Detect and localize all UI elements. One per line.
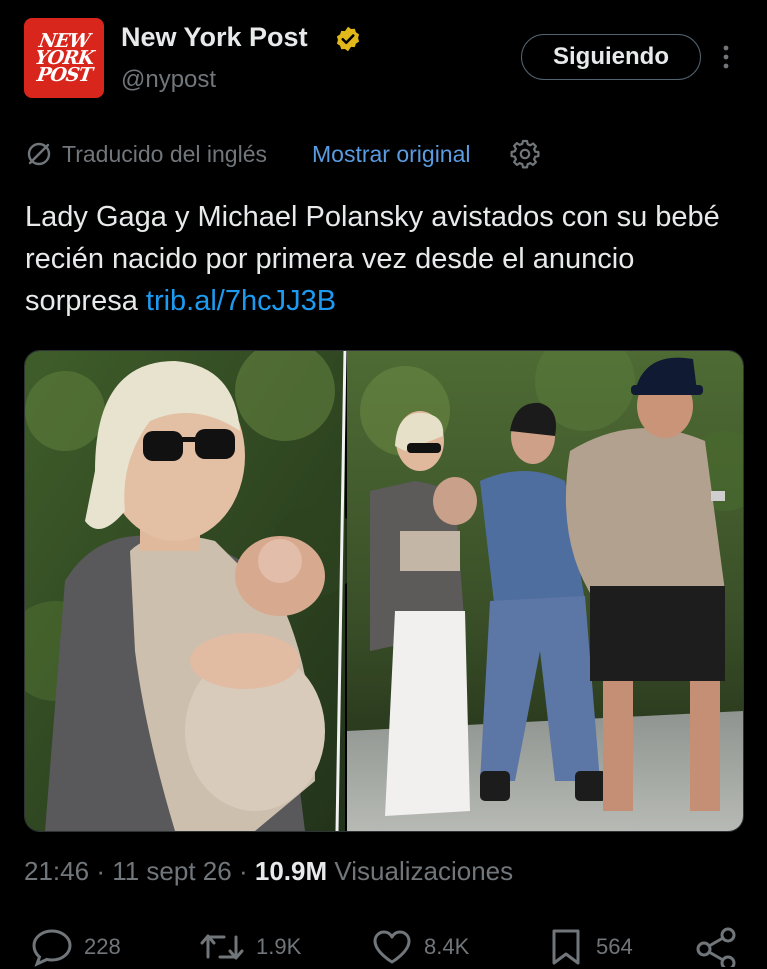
like-icon [373, 930, 411, 964]
share-button[interactable] [694, 925, 750, 969]
bookmark-button[interactable]: 564 [546, 925, 633, 969]
reply-icon [32, 929, 72, 967]
views-label: Visualizaciones [334, 856, 514, 886]
bookmark-icon [552, 929, 580, 965]
reply-count: 228 [84, 934, 121, 959]
meta-separator: · [96, 856, 105, 886]
meta-separator: · [238, 856, 248, 886]
views-count: 10.9M [254, 856, 328, 886]
translate-icon [27, 142, 51, 166]
repost-icon [200, 934, 244, 960]
translation-label: Traducido del inglés [62, 141, 267, 167]
like-count: 8.4K [424, 934, 470, 959]
avatar-logo-line: POST [35, 63, 93, 86]
verified-badge-icon [336, 26, 360, 52]
bookmark-count: 564 [596, 934, 633, 959]
account-handle[interactable]: @nypost [121, 66, 216, 94]
tweet-link[interactable]: trib.al/7hcJJ3B [146, 285, 336, 317]
show-original-link[interactable]: Mostrar original [312, 141, 471, 168]
more-vertical-icon[interactable] [716, 42, 736, 72]
tweet-time[interactable]: 21:46 [24, 856, 89, 886]
following-button[interactable]: Siguiendo [521, 34, 701, 80]
tweet-body: Lady Gaga y Michael Polansky avistados c… [25, 201, 720, 317]
gear-icon[interactable] [510, 139, 540, 169]
share-icon [696, 927, 736, 967]
like-button[interactable]: 8.4K [370, 925, 469, 969]
account-name[interactable]: New York Post [121, 22, 308, 53]
account-avatar[interactable]: NEW YORK POST [24, 18, 104, 98]
reply-button[interactable]: 228 [30, 925, 121, 969]
repost-count: 1.9K [256, 934, 302, 959]
repost-button[interactable]: 1.9K [198, 925, 301, 969]
tweet-photo[interactable] [24, 350, 744, 832]
tweet-meta: 21:46 · 11 sept 26 · 10.9M Visualizacion… [24, 856, 513, 887]
tweet-text: Lady Gaga y Michael Polansky avistados c… [25, 196, 750, 322]
photo-collage [25, 351, 743, 831]
tweet-date[interactable]: 11 sept 26 [112, 856, 232, 886]
